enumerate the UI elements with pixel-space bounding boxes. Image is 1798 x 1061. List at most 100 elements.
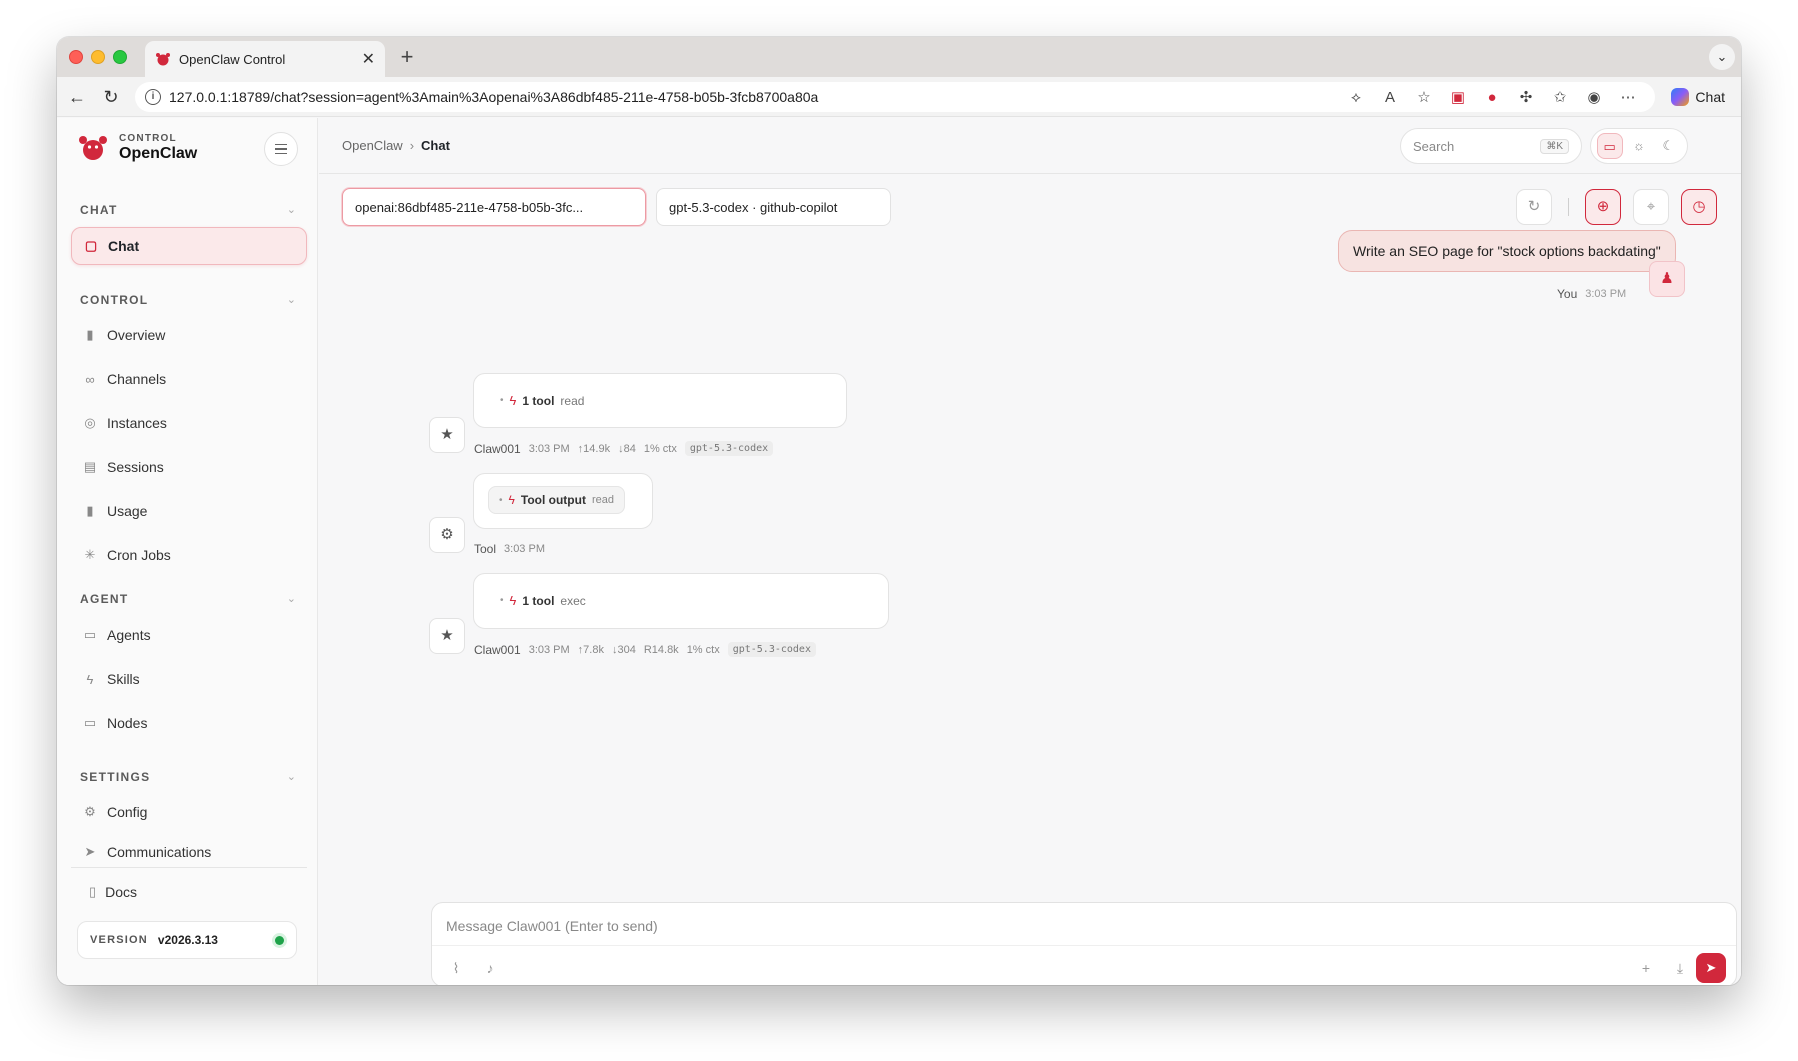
bullet-icon: • xyxy=(500,395,504,406)
url-text[interactable]: 127.0.0.1:18789/chat?session=agent%3Amai… xyxy=(169,89,1339,105)
microphone-icon[interactable]: ♪ xyxy=(476,954,504,982)
sidebar-item-label: Skills xyxy=(107,671,140,687)
new-tab-button[interactable]: + xyxy=(393,43,421,71)
translate-icon[interactable]: ⟡ xyxy=(1339,89,1373,106)
window-close-button[interactable] xyxy=(69,50,83,64)
refresh-icon[interactable]: ↻ xyxy=(1516,189,1552,225)
sidebar-item-skills[interactable]: ϟ Skills xyxy=(71,660,307,698)
breadcrumb-root[interactable]: OpenClaw xyxy=(342,138,403,153)
browser-tab[interactable]: OpenClaw Control ✕ xyxy=(145,41,385,77)
version-card: VERSION v2026.3.13 xyxy=(77,921,297,959)
sidebar-toggle-button[interactable] xyxy=(264,132,298,166)
section-label: CHAT xyxy=(80,203,118,217)
window-maximize-button[interactable] xyxy=(113,50,127,64)
paperclip-icon[interactable]: ⌇ xyxy=(442,954,470,982)
search-placeholder: Search xyxy=(1413,138,1455,154)
copilot-chat-button[interactable]: Chat xyxy=(1663,82,1733,112)
loader-icon: ✳ xyxy=(84,547,96,562)
tab-title: OpenClaw Control xyxy=(179,51,286,67)
theme-switcher: ▭ ☼ ☾ xyxy=(1590,128,1688,164)
brand[interactable]: CONTROL OpenClaw xyxy=(77,132,197,164)
light-theme-sun-icon[interactable]: ☼ xyxy=(1626,133,1652,159)
sidebar-divider xyxy=(71,867,307,868)
sidebar-item-channels[interactable]: ∞ Channels xyxy=(71,360,307,398)
send-button[interactable]: ➤ xyxy=(1696,953,1726,983)
sidebar-item-agents[interactable]: ▭ Agents xyxy=(71,616,307,654)
tool-summary[interactable]: • ϟ 1 tool exec xyxy=(500,593,586,608)
model-select[interactable]: gpt-5.3-codex · github-copilot xyxy=(656,188,891,226)
site-info-icon[interactable]: i xyxy=(145,89,161,105)
lightning-icon: ϟ xyxy=(509,593,517,608)
search-input[interactable]: Search ⌘K xyxy=(1400,128,1582,164)
more-menu-icon[interactable]: ⋯ xyxy=(1611,88,1645,106)
sidebar-item-usage[interactable]: ▮ Usage xyxy=(71,492,307,530)
message-author: Tool xyxy=(474,542,497,556)
address-bar[interactable]: i 127.0.0.1:18789/chat?session=agent%3Am… xyxy=(135,82,1655,112)
brain-toggle-icon[interactable]: ⊕ xyxy=(1585,189,1621,225)
sidebar-item-instances[interactable]: ◎ Instances xyxy=(71,404,307,442)
session-select[interactable]: openai:86dbf485-211e-4758-b05b-3fc... xyxy=(342,188,646,226)
section-header-settings[interactable]: SETTINGS ⌄ xyxy=(80,770,296,784)
tool-output-chip[interactable]: • ϟ Tool output read xyxy=(488,486,625,514)
context-usage: 1% ctx xyxy=(686,643,720,656)
sidebar-item-sessions[interactable]: ▤ Sessions xyxy=(71,448,307,486)
gear-icon: ⚙ xyxy=(84,804,96,819)
sidebar-item-chat[interactable]: ▢ Chat xyxy=(71,227,307,265)
plus-icon[interactable]: + xyxy=(1632,954,1660,982)
tool-summary[interactable]: • ϟ 1 tool read xyxy=(500,393,584,408)
tab-close-icon[interactable]: ✕ xyxy=(362,49,375,69)
message-time: 3:03 PM xyxy=(1585,288,1627,300)
tab-list-chevron-icon[interactable]: ⌄ xyxy=(1709,44,1735,70)
bar-chart-icon: ▮ xyxy=(86,503,94,518)
sidebar-item-communications[interactable]: ➤ Communications xyxy=(71,837,307,867)
tokens-up: ↑7.8k xyxy=(577,643,604,656)
section-header-control[interactable]: CONTROL ⌄ xyxy=(80,293,296,307)
back-arrow-icon[interactable]: ← xyxy=(63,83,91,111)
sidebar-item-label: Nodes xyxy=(107,715,148,731)
reload-icon[interactable]: ↻ xyxy=(97,83,125,111)
favorite-star-icon[interactable]: ☆ xyxy=(1407,88,1441,106)
window-minimize-button[interactable] xyxy=(91,50,105,64)
message-input[interactable] xyxy=(446,915,1716,937)
assistant-message-meta: Claw001 3:03 PM ↑7.8k ↓304 R14.8k 1% ctx… xyxy=(474,642,816,657)
version-value: v2026.3.13 xyxy=(157,933,218,947)
sidebar-item-overview[interactable]: ▮ Overview xyxy=(71,316,307,354)
lightning-icon: ϟ xyxy=(508,493,515,507)
clock-history-icon[interactable]: ◷ xyxy=(1681,189,1717,225)
chat-actions: ↻ ⊕ ⌖ ◷ xyxy=(1516,189,1717,225)
system-theme-monitor-icon[interactable]: ▭ xyxy=(1596,133,1623,159)
sidebar-item-label: Agents xyxy=(107,627,151,643)
sidebar-item-cron-jobs[interactable]: ✳ Cron Jobs xyxy=(71,536,307,574)
browser-window: OpenClaw Control ✕ + ⌄ ← ↻ i 127.0.0.1:1… xyxy=(57,37,1741,985)
document-icon: ▤ xyxy=(83,459,97,474)
brand-subtitle: CONTROL xyxy=(119,133,177,144)
favorites-list-icon[interactable]: ✩ xyxy=(1543,88,1577,106)
dark-theme-moon-icon[interactable]: ☾ xyxy=(1655,133,1681,159)
read-aloud-icon[interactable]: A xyxy=(1373,89,1407,106)
section-label: AGENT xyxy=(80,592,129,606)
model-tag: gpt-5.3-codex xyxy=(727,642,816,657)
assistant-tool-bubble[interactable]: • ϟ 1 tool exec xyxy=(473,573,889,629)
tool-message-meta: Tool 3:03 PM xyxy=(474,542,545,556)
bar-chart-icon: ▮ xyxy=(86,327,94,342)
section-label: CONTROL xyxy=(80,293,149,307)
profile-avatar-icon[interactable]: ◉ xyxy=(1577,88,1611,106)
openclaw-extension-icon[interactable]: ● xyxy=(1475,89,1509,106)
section-header-agent[interactable]: AGENT ⌄ xyxy=(80,592,296,606)
user-message-text: Write an SEO page for "stock options bac… xyxy=(1353,243,1661,259)
tool-output-bubble[interactable]: • ϟ Tool output read xyxy=(473,473,653,529)
sidebar-item-config[interactable]: ⚙ Config xyxy=(71,793,307,831)
download-icon[interactable]: ⤓ xyxy=(1666,954,1694,982)
app-root: CONTROL OpenClaw CHAT ⌄ ▢ Chat CONTROL ⌄ ▮… xyxy=(57,118,1741,985)
sidebar-item-docs[interactable]: ▯ Docs xyxy=(79,875,137,909)
composer-divider xyxy=(432,945,1736,946)
extensions-puzzle-icon[interactable]: ✣ xyxy=(1509,88,1543,106)
focus-mode-icon[interactable]: ⌖ xyxy=(1633,189,1669,225)
assistant-tool-bubble[interactable]: • ϟ 1 tool read xyxy=(473,373,847,428)
chevron-down-icon: ⌄ xyxy=(286,294,296,306)
sidebar-item-nodes[interactable]: ▭ Nodes xyxy=(71,704,307,742)
section-label: SETTINGS xyxy=(80,770,151,784)
extension-icon[interactable]: ▣ xyxy=(1441,88,1475,106)
tool-output-label: Tool output xyxy=(520,493,586,507)
section-header-chat[interactable]: CHAT ⌄ xyxy=(80,203,296,217)
